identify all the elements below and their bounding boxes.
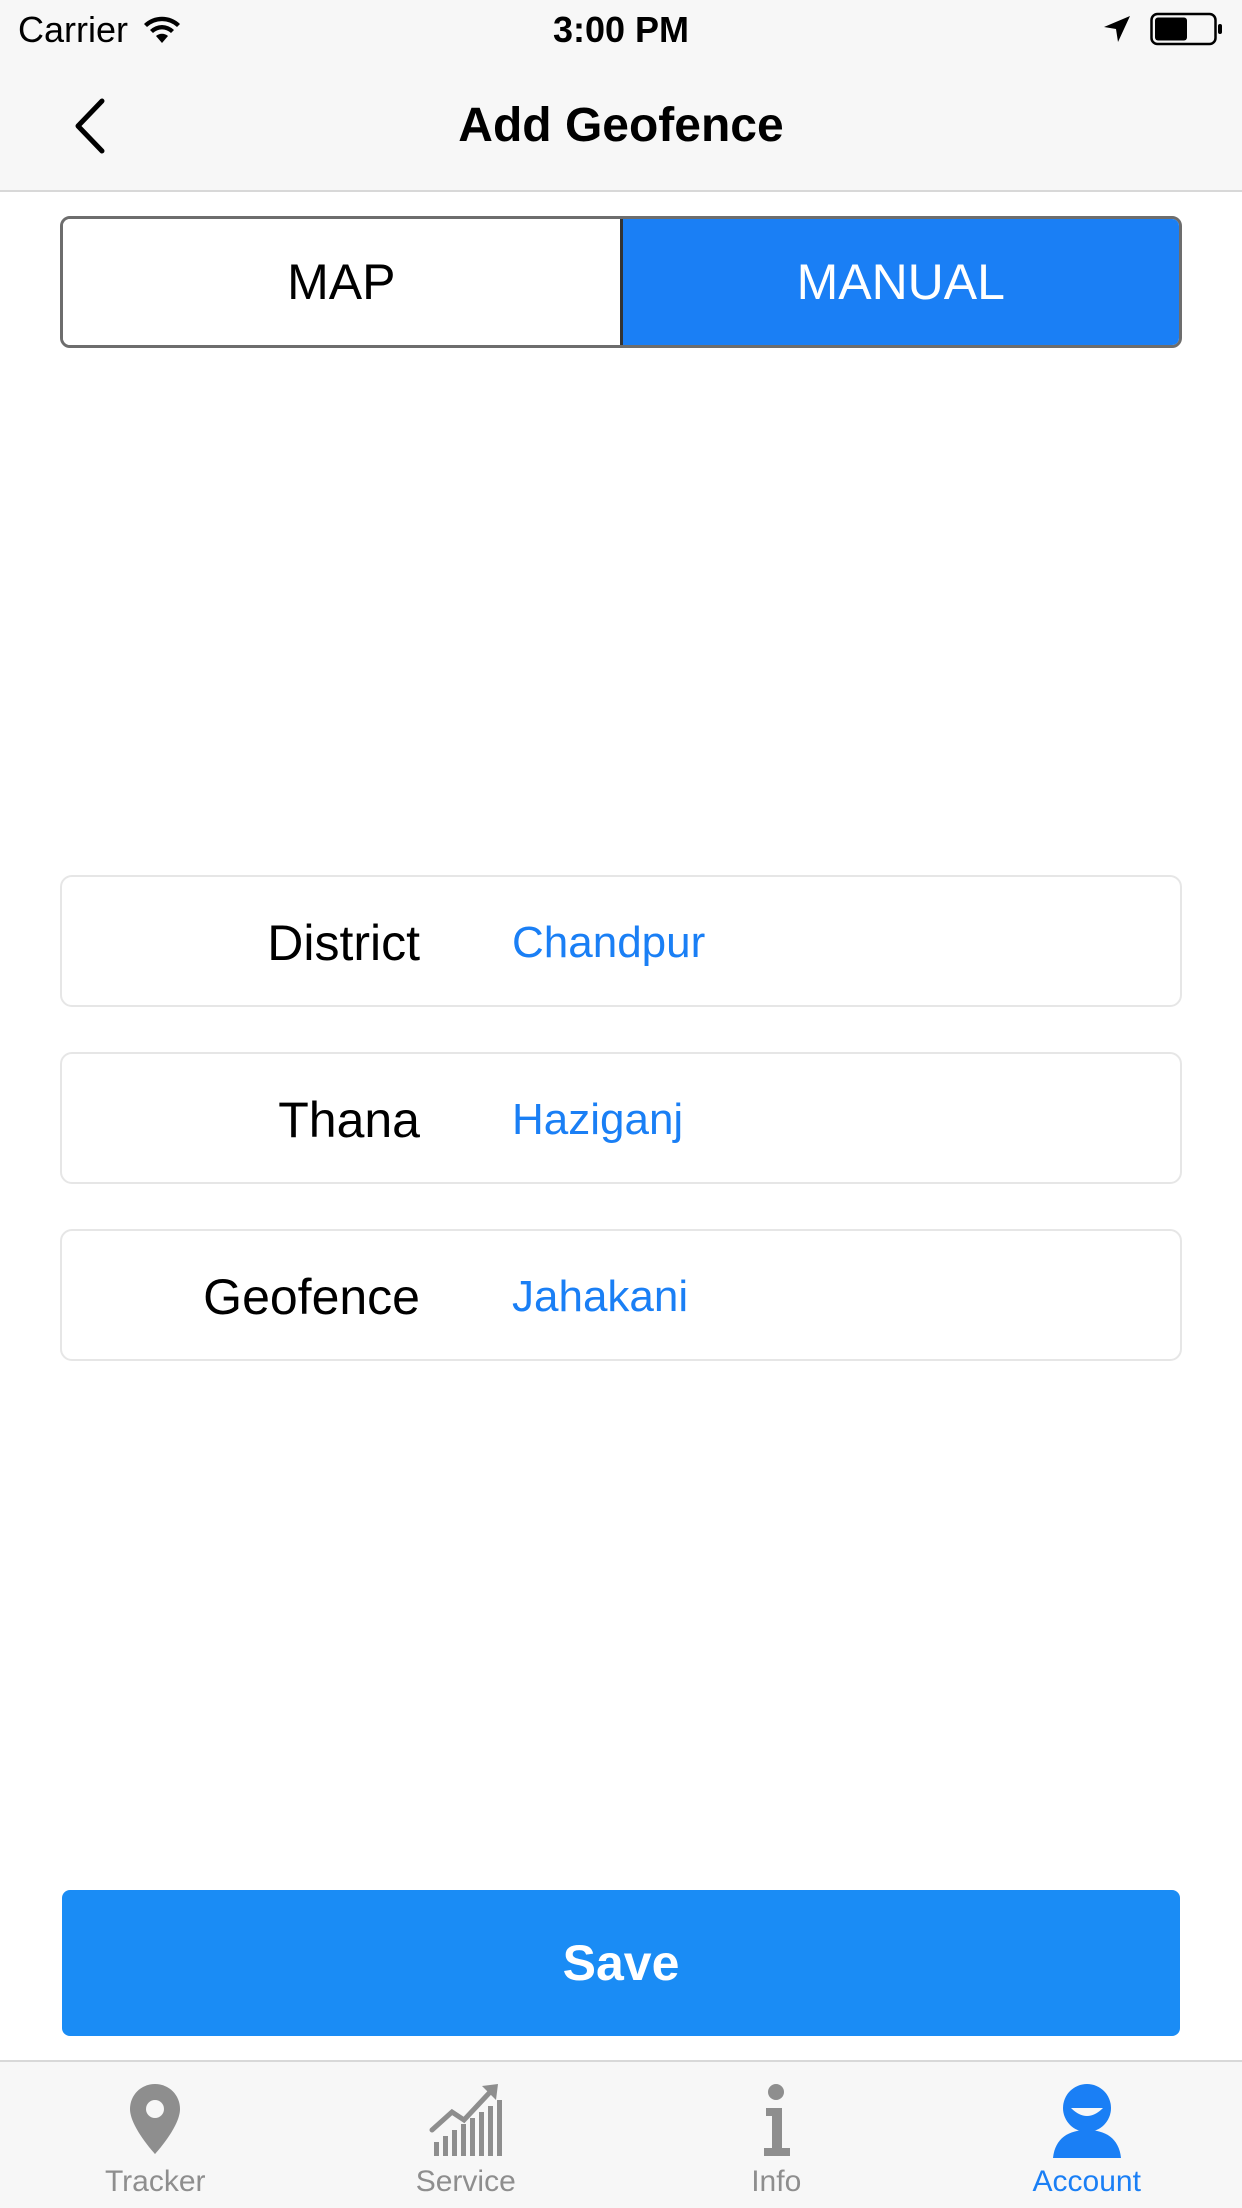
district-label: District — [267, 915, 420, 971]
mode-segmented-control: MAP MANUAL — [60, 216, 1182, 348]
district-row[interactable]: District Chandpur — [60, 875, 1182, 1007]
tab-tracker[interactable]: Tracker — [0, 2062, 311, 2208]
status-bar: Carrier 3:00 PM — [0, 0, 1242, 60]
segment-manual[interactable]: MANUAL — [622, 219, 1179, 345]
account-icon — [1052, 2084, 1121, 2158]
thana-label: Thana — [278, 1092, 420, 1148]
status-right — [1102, 12, 1224, 46]
geofence-label: Geofence — [203, 1269, 420, 1325]
tab-service[interactable]: Service — [311, 2062, 622, 2208]
tab-account[interactable]: Account — [932, 2062, 1242, 2208]
battery-icon — [1150, 12, 1222, 46]
navigation-bar: Add Geofence — [0, 60, 1242, 192]
tab-info-label: Info — [751, 2165, 802, 2198]
geofence-value[interactable]: Jahakani — [512, 1269, 688, 1325]
thana-value[interactable]: Haziganj — [512, 1092, 683, 1148]
segment-map[interactable]: MAP — [63, 219, 623, 345]
tab-tracker-label: Tracker — [104, 2165, 206, 2198]
location-arrow-icon — [1104, 16, 1130, 42]
location-pin-icon — [130, 2084, 181, 2154]
tab-bar: Tracker Service Info Account — [0, 2060, 1242, 2208]
page-title: Add Geofence — [458, 99, 784, 152]
growth-chart-icon — [429, 2084, 502, 2156]
thana-row[interactable]: Thana Haziganj — [60, 1052, 1182, 1184]
tab-info[interactable]: Info — [621, 2062, 932, 2208]
tab-account-label: Account — [1032, 2165, 1141, 2198]
tab-service-label: Service — [415, 2165, 516, 2198]
district-value[interactable]: Chandpur — [512, 915, 705, 971]
info-icon — [764, 2084, 791, 2156]
status-time: 3:00 PM — [552, 9, 690, 50]
geofence-row[interactable]: Geofence Jahakani — [60, 1229, 1182, 1361]
save-button[interactable]: Save — [62, 1890, 1180, 2036]
